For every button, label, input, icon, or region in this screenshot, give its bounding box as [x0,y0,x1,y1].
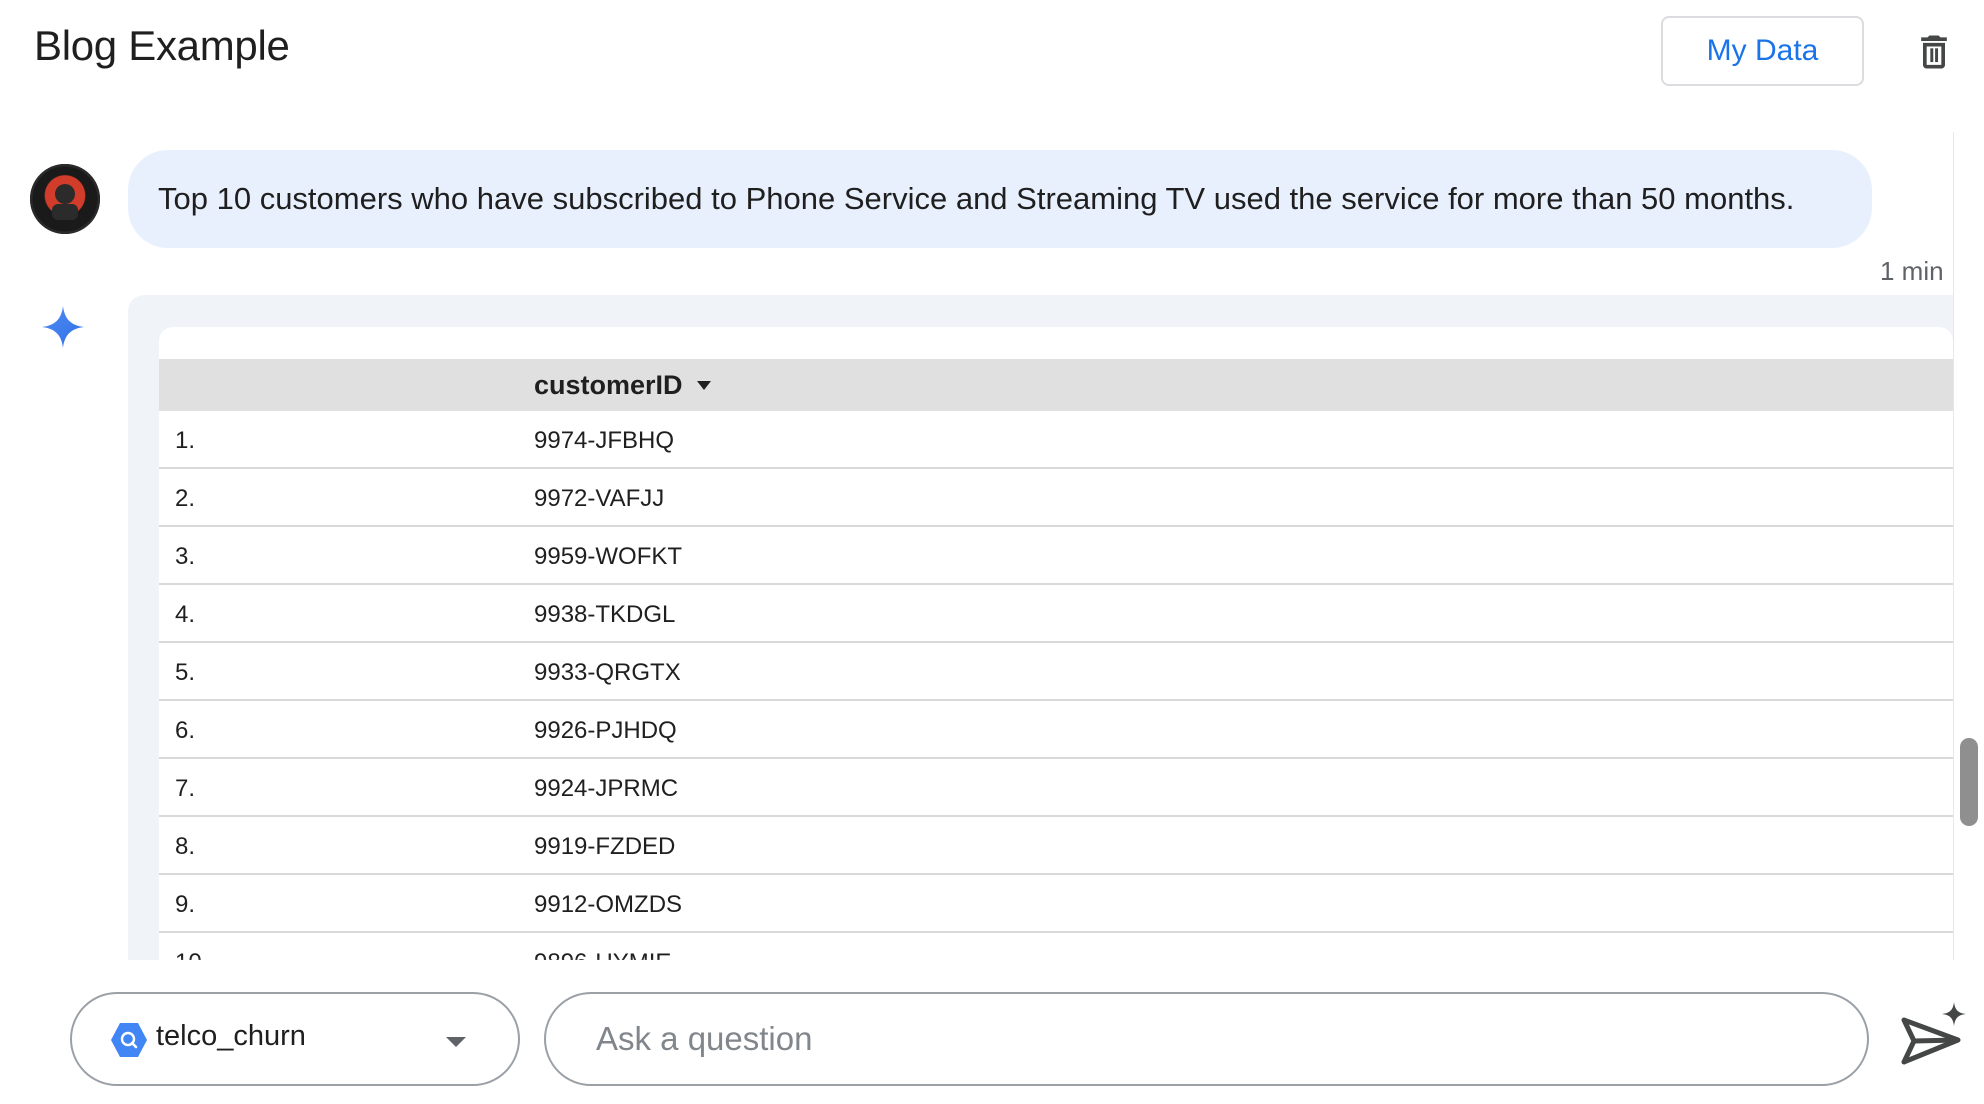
customer-id-cell: 9938-TKDGL [534,601,676,628]
customer-id-cell: 9919-FZDED [534,833,676,860]
chevron-down-icon [446,1037,466,1047]
scrollbar-track[interactable] [1953,132,1984,960]
dataset-selector[interactable]: telco_churn [70,992,520,1086]
table-row: 2. 9972-VAFJJ [159,469,1953,527]
scrollbar-thumb[interactable] [1960,738,1978,826]
table-row: 3. 9959-WOFKT [159,527,1953,585]
table-row: 5. 9933-QRGTX [159,643,1953,701]
row-index: 5. [175,659,196,686]
customer-id-cell: 9933-QRGTX [534,659,681,686]
row-index: 6. [175,717,196,744]
user-message-bubble: Top 10 customers who have subscribed to … [128,150,1872,248]
user-avatar-icon [30,164,100,234]
message-timestamp: 1 min [1880,256,1944,286]
row-index: 7. [175,775,196,802]
table-fade-overlay [159,957,1953,960]
customer-id-cell: 9924-JPRMC [534,775,679,802]
customer-id-cell: 9959-WOFKT [534,543,683,570]
customer-id-cell: 9926-PJHDQ [534,717,677,744]
customer-id-cell: 9974-JFBHQ [534,427,675,454]
table-row: 8. 9919-FZDED [159,817,1953,875]
table-row: 9. 9912-OMZDS [159,875,1953,933]
trash-icon[interactable] [1912,30,1956,74]
column-header-label: customerID [534,369,683,400]
my-data-button[interactable]: My Data [1661,16,1864,86]
table-row: 6. 9926-PJHDQ [159,701,1953,759]
ask-question-input[interactable] [544,992,1869,1086]
user-message-text: Top 10 customers who have subscribed to … [158,181,1795,216]
answer-panel: customerID 1. 9974-JFBHQ 2. 9972-VAFJJ 3… [128,295,1953,960]
table-header: customerID [159,359,1953,411]
row-index: 3. [175,543,196,570]
row-index: 1. [175,427,196,454]
table-body: 1. 9974-JFBHQ 2. 9972-VAFJJ 3. 9959-WOFK… [159,411,1953,960]
gemini-sparkle-icon [42,306,84,348]
table-row: 4. 9938-TKDGL [159,585,1953,643]
row-index: 2. [175,485,196,512]
page-title: Blog Example [34,22,290,69]
table-row: 10. 9896-UYMIE [159,933,1953,960]
send-icon[interactable] [1898,1000,1968,1070]
column-header-customerid[interactable]: customerID [534,359,711,411]
row-index: 8. [175,833,196,860]
table-row: 1. 9974-JFBHQ [159,411,1953,469]
sort-caret-icon[interactable] [696,380,711,390]
bigquery-icon [111,1023,147,1057]
customer-id-cell: 9972-VAFJJ [534,485,665,512]
dataset-label: telco_churn [156,1020,306,1052]
row-index: 4. [175,601,196,628]
results-table: customerID 1. 9974-JFBHQ 2. 9972-VAFJJ 3… [159,327,1953,960]
table-row: 7. 9924-JPRMC [159,759,1953,817]
customer-id-cell: 9912-OMZDS [534,891,683,918]
row-index: 9. [175,891,196,918]
avatar [30,164,100,234]
